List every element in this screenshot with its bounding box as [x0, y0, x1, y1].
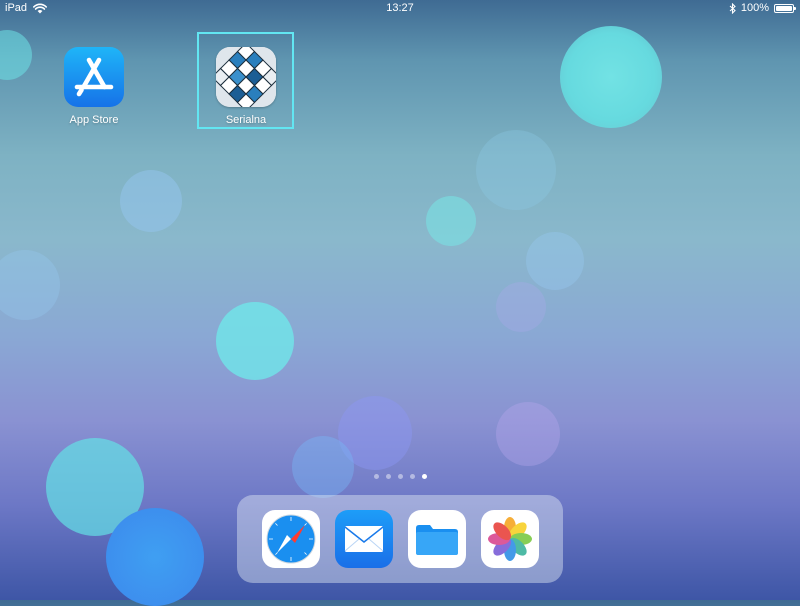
dock: [237, 495, 563, 583]
app-store-icon[interactable]: [64, 47, 124, 107]
wallpaper-bokeh: [120, 170, 182, 232]
photos-icon[interactable]: [480, 510, 539, 568]
page-dot[interactable]: [373, 474, 379, 479]
wallpaper-bokeh: [106, 508, 204, 606]
page-indicator[interactable]: [0, 474, 800, 479]
page-dot[interactable]: [397, 474, 403, 479]
bluetooth-icon: [729, 2, 736, 14]
wallpaper-bokeh: [526, 232, 584, 290]
wallpaper-bokeh: [338, 396, 412, 470]
status-time: 13:27: [386, 2, 414, 14]
page-dot[interactable]: [421, 474, 427, 479]
wallpaper-bokeh: [476, 130, 556, 210]
status-bar-right: 100%: [729, 0, 796, 16]
wallpaper-bokeh: [46, 438, 144, 536]
page-dot[interactable]: [385, 474, 391, 479]
page-dot[interactable]: [409, 474, 415, 479]
files-icon[interactable]: [407, 510, 466, 568]
serialna-app-icon[interactable]: [216, 47, 276, 107]
safari-icon[interactable]: [261, 510, 320, 568]
mail-icon[interactable]: [334, 510, 393, 568]
battery-icon: [774, 3, 796, 13]
wallpaper-bokeh: [216, 302, 294, 380]
battery-percent: 100%: [740, 2, 769, 14]
wallpaper-bokeh: [0, 30, 32, 80]
serialna-app[interactable]: Serialna: [196, 47, 296, 126]
wallpaper-bokeh: [292, 436, 354, 498]
wallpaper-bokeh: [496, 402, 560, 466]
wallpaper-bokeh: [426, 196, 476, 246]
app-store-app[interactable]: App Store: [44, 47, 144, 126]
status-bar: iPad 13:27 100%: [0, 0, 800, 16]
wallpaper-bokeh: [0, 250, 60, 320]
app-label: Serialna: [225, 114, 267, 126]
wallpaper-bokeh: [560, 26, 662, 128]
app-label: App Store: [69, 114, 119, 126]
wallpaper-bokeh: [496, 282, 546, 332]
battery-fill: [776, 5, 792, 11]
